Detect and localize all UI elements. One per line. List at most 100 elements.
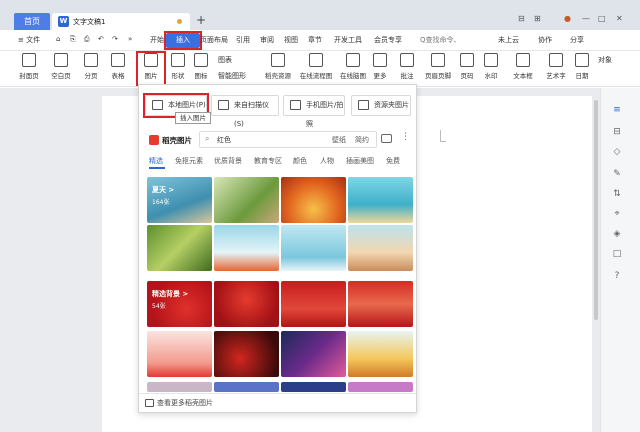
export-icon[interactable]: ⎘ [70, 35, 76, 44]
edit-icon[interactable]: ✎ [611, 168, 623, 180]
camera-search-icon[interactable] [381, 134, 392, 143]
ribbon-label: 日期 [575, 72, 589, 80]
select-icon[interactable]: ◇ [611, 146, 623, 158]
watermark-button[interactable]: 水印 [480, 53, 502, 80]
shield-icon[interactable]: ◈ [611, 228, 623, 240]
command-search[interactable]: Q查找命令、 [420, 35, 461, 45]
tab-developer[interactable]: 开发工具 [334, 35, 362, 45]
cover-page-button[interactable]: 封面页 [14, 53, 44, 80]
home-tab[interactable]: 首页 [14, 13, 50, 30]
thumbnail-greenery[interactable] [147, 225, 212, 271]
search-input[interactable]: 红色 [217, 135, 231, 145]
thumbnail-partial-4[interactable] [348, 382, 413, 392]
grid-icon[interactable]: ⊞ [534, 14, 541, 23]
shape-button[interactable]: 形状 [166, 53, 190, 80]
close-button[interactable]: ✕ [616, 14, 623, 23]
textbox-button[interactable]: 文本框 [510, 53, 536, 80]
panel-icon[interactable]: □ [611, 248, 623, 260]
blank-page-button[interactable]: 空白页 [46, 53, 76, 80]
more-icon[interactable]: » [128, 35, 132, 43]
save-icon[interactable]: ⌂ [56, 35, 60, 43]
header-footer-button[interactable]: 页眉页脚 [422, 53, 454, 80]
thumbnail-festive[interactable]: 精选背景 > 54张 [147, 281, 212, 327]
comment-button[interactable]: 批注 [396, 53, 418, 80]
phone-picture-button[interactable]: 手机图片/拍照 [283, 95, 345, 128]
thumbnail-partial-3[interactable] [281, 382, 346, 392]
print-icon[interactable]: ⎙ [84, 35, 90, 44]
more-pictures-link[interactable]: 查看更多稻壳图片 [145, 398, 213, 408]
category-background[interactable]: 优质背景 [214, 156, 242, 166]
document-tab[interactable]: W 文字文稿1 [52, 13, 190, 30]
thumbnail-drinks[interactable] [214, 225, 279, 271]
tab-review[interactable]: 审阅 [260, 35, 274, 45]
maximize-button[interactable]: □ [598, 14, 606, 23]
layout-icon[interactable]: ⊟ [611, 126, 623, 138]
image-search-box[interactable]: ⌕ 红色 壁纸 简约 [199, 131, 377, 148]
chart-button[interactable]: 图表 [218, 55, 232, 65]
table-button[interactable]: 表格 [106, 53, 130, 80]
resource-folder-button[interactable]: 资源夹图片 [351, 95, 411, 116]
search-link-wallpaper[interactable]: 壁纸 [332, 135, 346, 145]
page-break-button[interactable]: 分页 [78, 53, 104, 80]
tab-view[interactable]: 视图 [284, 35, 298, 45]
minimize-button[interactable]: — [582, 14, 590, 23]
thumbnail-flowers[interactable] [281, 177, 346, 223]
ribbon-label: 批注 [400, 72, 414, 80]
category-free[interactable]: 免费 [386, 156, 400, 166]
avatar[interactable]: ● [564, 14, 571, 23]
ribbon-label: 文本框 [513, 72, 533, 80]
style-icon[interactable]: ≡ [611, 104, 623, 116]
category-education[interactable]: 教育专区 [254, 156, 282, 166]
thumbnail-red-3[interactable] [348, 281, 413, 327]
thumbnail-pier[interactable] [281, 225, 346, 271]
search-link-simple[interactable]: 简约 [355, 135, 369, 145]
wordart-button[interactable]: 艺术字 [542, 53, 570, 80]
new-tab-button[interactable]: + [196, 13, 206, 27]
smart-art-button[interactable]: 智能图形 [218, 71, 246, 81]
thumbnail-sunset[interactable] [348, 331, 413, 377]
thumbnail-family[interactable] [348, 225, 413, 271]
thumbnail-beach[interactable] [348, 177, 413, 223]
thumbnail-pink[interactable] [147, 331, 212, 377]
thumbnail-child[interactable] [214, 177, 279, 223]
category-people[interactable]: 人物 [320, 156, 334, 166]
thumbnail-red-1[interactable] [214, 281, 279, 327]
ribbon-label: 封面页 [19, 72, 39, 80]
docer-resources-button[interactable]: 稻壳资源 [262, 53, 294, 80]
tab-member[interactable]: 会员专享 [374, 35, 402, 45]
layout-icon[interactable]: ⊟ [518, 14, 525, 23]
redo-icon[interactable]: ↷ [112, 35, 118, 43]
cloud-status[interactable]: 未上云 [498, 35, 519, 45]
undo-icon[interactable]: ↶ [98, 35, 104, 43]
thumbnail-partial-2[interactable] [214, 382, 279, 392]
share-button[interactable]: 分享 [570, 35, 584, 45]
category-featured[interactable]: 精选 [149, 156, 163, 166]
thumbnail-dark-red[interactable] [214, 331, 279, 377]
category-cutout[interactable]: 免抠元素 [175, 156, 203, 166]
thumbnail-partial-1[interactable] [147, 382, 212, 392]
flowchart-button[interactable]: 在线流程图 [296, 53, 336, 80]
object-button[interactable]: 对象 [598, 55, 612, 65]
tab-page-layout[interactable]: 页面布局 [200, 35, 228, 45]
collaborate-button[interactable]: 协作 [538, 35, 552, 45]
vertical-scrollbar[interactable] [594, 100, 598, 320]
thumbnail-summer[interactable]: 夏天 > 164张 [147, 177, 212, 223]
page-number-button[interactable]: 页码 [456, 53, 478, 80]
locate-icon[interactable]: ⌖ [611, 208, 623, 220]
help-icon[interactable]: ? [611, 270, 623, 282]
tab-references[interactable]: 引用 [236, 35, 250, 45]
icon-button[interactable]: 图标 [190, 53, 212, 80]
more-options-icon[interactable]: ⋮ [401, 132, 410, 142]
tab-section[interactable]: 章节 [308, 35, 322, 45]
scanner-button[interactable]: 来自扫描仪(S) [211, 95, 279, 128]
thumbnail-fireworks[interactable] [281, 331, 346, 377]
thumbnail-red-2[interactable] [281, 281, 346, 327]
tab-start[interactable]: 开始 [150, 35, 164, 45]
file-menu[interactable]: ≡ 文件 [18, 35, 40, 45]
mindmap-button[interactable]: 在线脑图 [336, 53, 370, 80]
adjust-icon[interactable]: ⇅ [611, 188, 623, 200]
more-button[interactable]: 更多 [370, 53, 390, 80]
category-color[interactable]: 颜色 [293, 156, 307, 166]
category-illustration[interactable]: 插画美图 [346, 156, 374, 166]
date-button[interactable]: 日期 [572, 53, 592, 80]
